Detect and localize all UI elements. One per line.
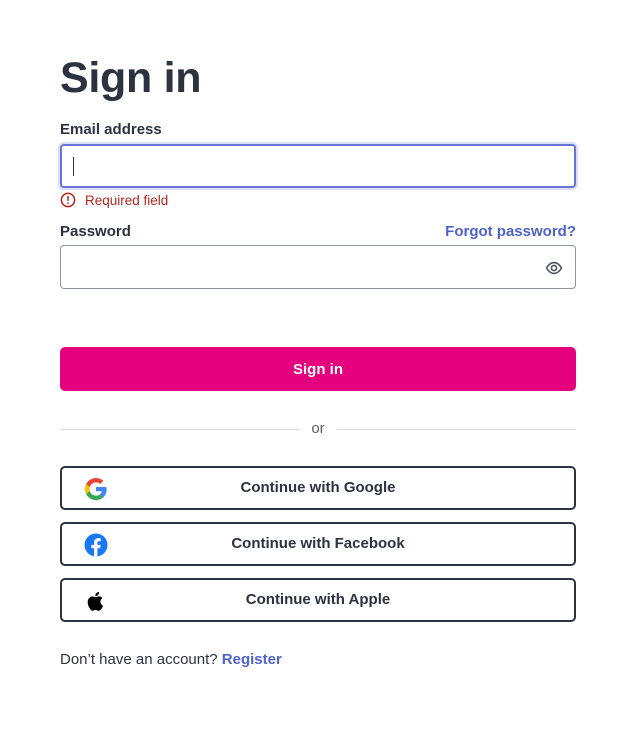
email-label: Email address — [60, 121, 162, 138]
divider-line-right — [337, 429, 576, 430]
forgot-password-link[interactable]: Forgot password? — [445, 223, 576, 241]
password-field[interactable] — [61, 246, 575, 288]
email-error-text: Required field — [85, 192, 169, 208]
eye-icon[interactable] — [545, 259, 563, 277]
continue-with-apple-button[interactable]: Continue with Apple — [60, 578, 576, 622]
error-circle-icon — [60, 192, 76, 208]
continue-with-google-button[interactable]: Continue with Google — [60, 466, 576, 510]
email-field[interactable] — [62, 146, 574, 186]
continue-with-facebook-button[interactable]: Continue with Facebook — [60, 522, 576, 566]
sign-in-button[interactable]: Sign in — [60, 347, 576, 391]
register-prompt: Don’t have an account? Register — [60, 651, 282, 669]
apple-button-label: Continue with Apple — [245, 591, 391, 608]
register-link[interactable]: Register — [222, 651, 282, 668]
password-field-container[interactable] — [60, 245, 576, 289]
or-divider: or — [60, 420, 576, 438]
google-button-label: Continue with Google — [240, 479, 396, 496]
register-prompt-text: Don’t have an account? — [60, 651, 218, 668]
email-field-container[interactable] — [60, 144, 576, 188]
password-label: Password — [60, 223, 131, 240]
page-title: Sign in — [60, 54, 202, 102]
email-error: Required field — [60, 191, 168, 209]
text-cursor — [73, 157, 74, 176]
facebook-button-label: Continue with Facebook — [231, 535, 405, 552]
